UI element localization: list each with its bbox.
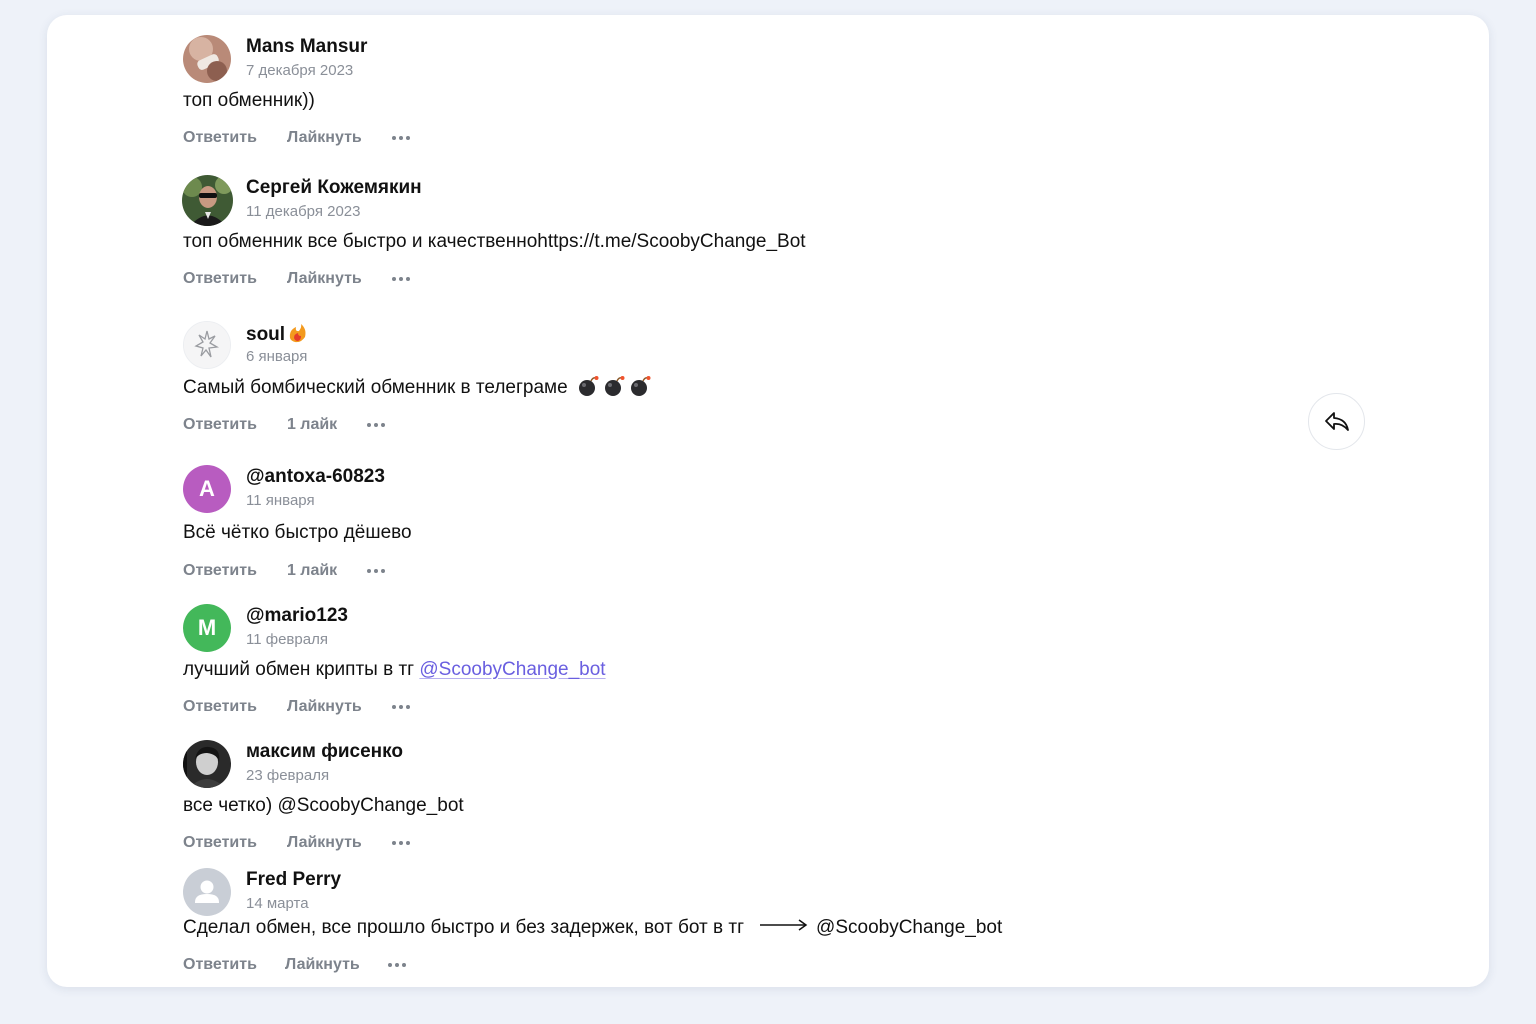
comment-text: Самый бомбический обменник в телеграме: [183, 375, 1283, 400]
reply-button[interactable]: Ответить: [183, 834, 257, 852]
reply-button[interactable]: Ответить: [183, 698, 257, 716]
comment-text: лучший обмен крипты в тг @ScoobyChange_b…: [183, 659, 606, 680]
comment-date: 23 февраля: [246, 767, 330, 784]
like-button[interactable]: Лайкнуть: [287, 129, 362, 147]
comment-date: 7 декабря 2023: [246, 62, 354, 79]
comment-author[interactable]: Mans Mansur: [246, 36, 367, 58]
comment-item: максим фисенко 23 февраля все четко) @Sc…: [183, 740, 1283, 853]
comment-item: soul 6 января Самый бомбический обменник…: [183, 321, 1283, 435]
comment-item: M @mario123 11 февраля лучший обмен крип…: [183, 604, 1283, 717]
reply-arrow-icon: [1324, 411, 1349, 431]
reply-button[interactable]: Ответить: [183, 956, 257, 974]
user-avatar[interactable]: [183, 740, 231, 788]
user-avatar[interactable]: [183, 35, 231, 83]
comment-author[interactable]: максим фисенко: [246, 741, 403, 763]
arrow-right-icon: [760, 919, 808, 931]
comment-text: топ обменник)): [183, 90, 315, 111]
more-dots-icon[interactable]: [391, 132, 410, 144]
comment-date: 11 февраля: [246, 631, 328, 648]
reply-button[interactable]: Ответить: [183, 416, 257, 434]
like-button[interactable]: Лайкнуть: [287, 270, 362, 288]
share-button[interactable]: [1308, 393, 1365, 450]
user-avatar[interactable]: [182, 175, 233, 226]
comment-item: A @antoxa-60823 11 января Всё чётко быст…: [183, 465, 1283, 581]
user-avatar[interactable]: A: [183, 465, 231, 513]
comment-author[interactable]: Сергей Кожемякин: [246, 177, 422, 199]
like-count[interactable]: 1 лайк: [287, 416, 337, 434]
more-dots-icon[interactable]: [391, 701, 410, 713]
comment-text: топ обменник все быстро и качественноhtt…: [183, 231, 806, 252]
comment-text: Всё чётко быстро дёшево: [183, 522, 412, 543]
more-dots-icon[interactable]: [391, 273, 410, 285]
bomb-emoji-icon: [630, 376, 651, 396]
like-button[interactable]: Лайкнуть: [287, 698, 362, 716]
more-dots-icon[interactable]: [367, 565, 386, 577]
bomb-emoji-icon: [604, 376, 625, 396]
user-avatar[interactable]: [183, 321, 231, 369]
more-dots-icon[interactable]: [367, 419, 386, 431]
like-button[interactable]: Лайкнуть: [287, 834, 362, 852]
user-avatar[interactable]: M: [183, 604, 231, 652]
comment-text: Сделал обмен, все прошло быстро и без за…: [183, 917, 1003, 938]
bomb-emoji-icon: [578, 376, 599, 396]
flame-emoji-icon: [289, 324, 306, 343]
comment-date: 11 декабря 2023: [246, 203, 361, 220]
comment-author[interactable]: @mario123: [246, 605, 348, 627]
more-dots-icon[interactable]: [387, 959, 406, 971]
like-count[interactable]: 1 лайк: [287, 562, 337, 580]
comment-text: все четко) @ScoobyChange_bot: [183, 795, 464, 816]
comment-date: 11 января: [246, 492, 315, 509]
comments-card: Mans Mansur 7 декабря 2023 топ обменник)…: [47, 15, 1489, 987]
reply-button[interactable]: Ответить: [183, 562, 257, 580]
reply-button[interactable]: Ответить: [183, 129, 257, 147]
default-user-icon[interactable]: [183, 868, 231, 916]
comment-item: Mans Mansur 7 декабря 2023 топ обменник)…: [183, 35, 1283, 148]
comment-date: 14 марта: [246, 895, 309, 912]
more-dots-icon[interactable]: [391, 837, 410, 849]
comment-item: Сергей Кожемякин 11 декабря 2023 топ обм…: [182, 175, 1283, 289]
comment-author[interactable]: Fred Perry: [246, 869, 341, 891]
comment-author[interactable]: soul: [246, 322, 308, 346]
reply-button[interactable]: Ответить: [183, 270, 257, 288]
comment-item: Fred Perry 14 марта Сделал обмен, все пр…: [183, 868, 1283, 975]
comment-date: 6 января: [246, 348, 308, 365]
like-button[interactable]: Лайкнуть: [285, 956, 360, 974]
bot-link[interactable]: @ScoobyChange_bot: [419, 659, 605, 680]
comment-author[interactable]: @antoxa-60823: [246, 466, 385, 488]
